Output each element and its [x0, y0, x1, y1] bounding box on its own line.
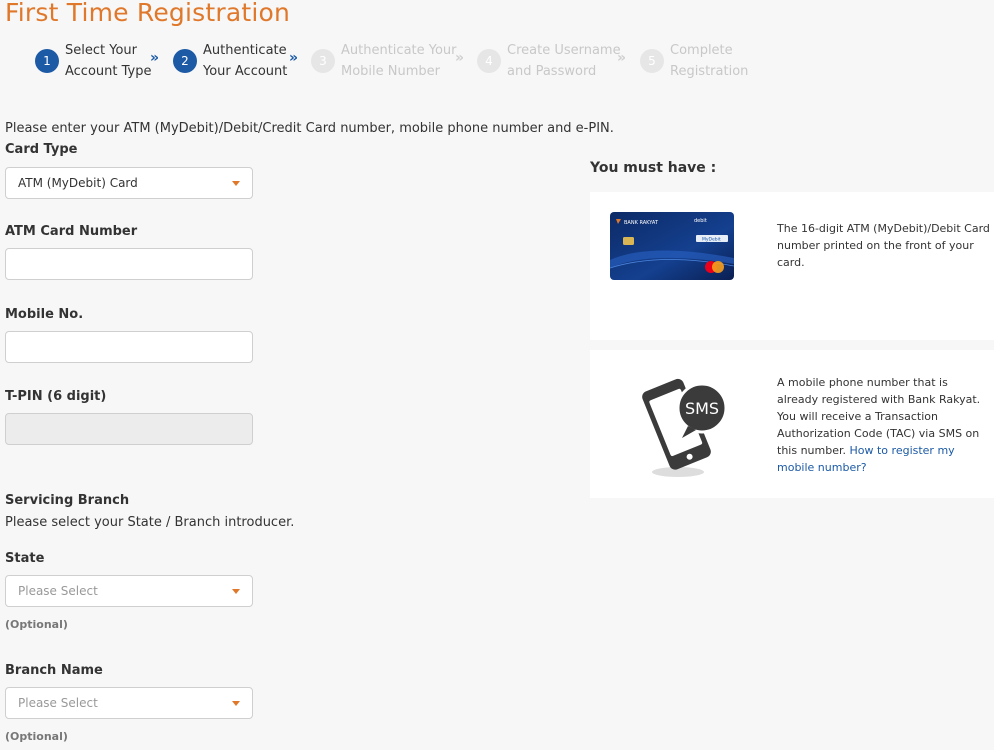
you-must-have-heading: You must have :: [590, 160, 717, 176]
servicing-branch-heading: Servicing Branch: [5, 493, 130, 508]
tpin-input[interactable]: [5, 413, 253, 445]
caret-down-icon: [232, 181, 240, 186]
branch-name-label: Branch Name: [5, 663, 103, 678]
step-3-label-line1: Authenticate Your: [341, 43, 457, 58]
state-select[interactable]: Please Select: [5, 575, 253, 607]
mobile-number-input[interactable]: [5, 331, 253, 363]
step-3: 3 Authenticate Your Mobile Number: [311, 40, 457, 82]
step-1-label-line2: Account Type: [65, 64, 152, 79]
state-select-placeholder: Please Select: [18, 584, 98, 598]
registration-stepper: 1 Select Your Account Type » 2 Authentic…: [0, 40, 760, 84]
state-optional-note: (Optional): [5, 618, 68, 631]
step-1-number: 1: [35, 49, 59, 73]
card-requirement-text: The 16-digit ATM (MyDebit)/Debit Card nu…: [777, 222, 990, 269]
mobile-number-label: Mobile No.: [5, 307, 84, 322]
atm-card-number-label: ATM Card Number: [5, 224, 138, 239]
card-mydebit-text: MyDebit: [702, 237, 721, 243]
step-5-label-line2: Registration: [670, 64, 749, 79]
chevron-double-right-icon: »: [289, 50, 299, 66]
branch-select-placeholder: Please Select: [18, 696, 98, 710]
step-4-label-line1: Create Username: [507, 43, 621, 58]
step-3-number: 3: [311, 49, 335, 73]
step-1: 1 Select Your Account Type: [35, 40, 151, 82]
requirement-card: BANK RAKYAT debit MyDebit The 16-digit A…: [590, 192, 994, 340]
sms-bubble-text: SMS: [685, 399, 719, 418]
step-2-label-line2: Your Account: [203, 64, 288, 79]
step-2-label-line1: Authenticate: [203, 43, 287, 58]
step-5-number: 5: [640, 49, 664, 73]
chevron-double-right-icon: »: [455, 50, 465, 66]
step-3-label-line2: Mobile Number: [341, 64, 440, 79]
page-title: First Time Registration: [5, 0, 291, 27]
card-type-label: Card Type: [5, 142, 78, 157]
step-5: 5 Complete Registration: [640, 40, 748, 82]
caret-down-icon: [232, 701, 240, 706]
card-debit-text: debit: [694, 218, 707, 224]
step-4-number: 4: [477, 49, 501, 73]
mobile-requirement-line1: A mobile phone number that is: [777, 376, 948, 389]
step-4-label-line2: and Password: [507, 64, 597, 79]
card-brand-text: BANK RAKYAT: [624, 220, 659, 226]
step-1-label-line1: Select Your: [65, 43, 137, 58]
branch-optional-note: (Optional): [5, 730, 68, 743]
step-2: 2 Authenticate Your Account: [173, 40, 287, 82]
step-4: 4 Create Username and Password: [477, 40, 621, 82]
branch-name-select[interactable]: Please Select: [5, 687, 253, 719]
form-intro: Please enter your ATM (MyDebit)/Debit/Cr…: [5, 121, 614, 136]
card-type-selected-value: ATM (MyDebit) Card: [18, 176, 138, 190]
sms-phone-icon: SMS: [642, 378, 728, 477]
chevron-double-right-icon: »: [150, 50, 160, 66]
step-2-number: 2: [173, 49, 197, 73]
step-5-label-line1: Complete: [670, 43, 733, 58]
card-type-select[interactable]: ATM (MyDebit) Card: [5, 167, 253, 199]
caret-down-icon: [232, 589, 240, 594]
tpin-label: T-PIN (6 digit): [5, 389, 107, 404]
debit-card-image: BANK RAKYAT debit MyDebit: [610, 212, 734, 280]
state-label: State: [5, 551, 45, 566]
mobile-requirement-line2: already registered with Bank Rakyat.: [777, 393, 981, 406]
chevron-double-right-icon: »: [617, 50, 627, 66]
mobile-requirement-text: A mobile phone number that is already re…: [777, 374, 994, 476]
requirement-mobile: SMS A mobile phone number that is alread…: [590, 350, 994, 498]
atm-card-number-input[interactable]: [5, 248, 253, 280]
servicing-branch-intro: Please select your State / Branch introd…: [5, 515, 295, 530]
